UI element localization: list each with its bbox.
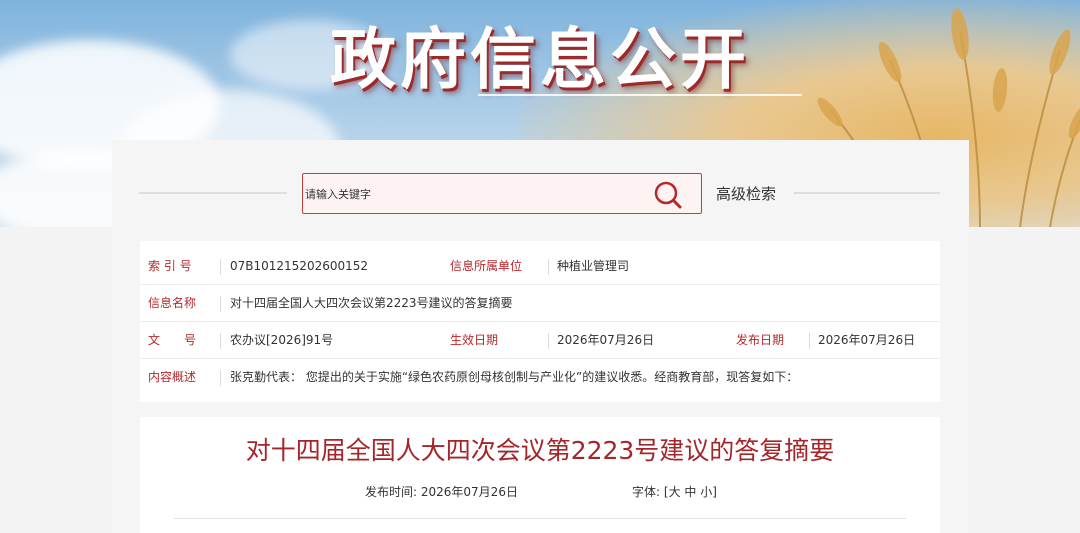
info-table: 索 引 号 07B101215202600152 信息所属单位 种植业管理司 信… [140, 241, 940, 402]
divider [220, 370, 221, 386]
divider [548, 333, 549, 349]
publish-time-label: 发布时间: [365, 485, 418, 499]
divider [220, 296, 221, 312]
advanced-search-link[interactable]: 高级检索 [716, 183, 776, 204]
unit-value: 种植业管理司 [557, 259, 630, 273]
effective-date-value: 2026年07月26日 [557, 333, 655, 347]
name-label: 信息名称 [148, 296, 197, 310]
info-row-doc: 文 号 农办议[2026]91号 生效日期 2026年07月26日 发布日期 2… [140, 322, 940, 359]
effective-date-label: 生效日期 [450, 333, 499, 347]
info-row-name: 信息名称 对十四届全国人大四次会议第2223号建议的答复摘要 [140, 285, 940, 322]
index-label: 索 引 号 [148, 259, 192, 273]
name-value: 对十四届全国人大四次会议第2223号建议的答复摘要 [230, 296, 513, 310]
font-size-medium[interactable]: 中 [684, 485, 696, 499]
search-box [302, 173, 702, 214]
publish-time: 发布时间: 2026年07月26日 [365, 483, 518, 500]
unit-label: 信息所属单位 [450, 259, 523, 273]
publish-date-value: 2026年07月26日 [818, 333, 916, 347]
search-divider-left [139, 192, 287, 194]
publish-date-label: 发布日期 [736, 333, 785, 347]
font-size-large[interactable]: 大 [669, 485, 681, 499]
article-divider [174, 518, 906, 519]
doc-no-value: 农办议[2026]91号 [230, 333, 334, 347]
divider [809, 333, 810, 349]
font-size-small[interactable]: 小 [700, 485, 712, 499]
font-size-label: 字体: [632, 485, 661, 499]
divider [548, 259, 549, 275]
article-title: 对十四届全国人大四次会议第2223号建议的答复摘要 [245, 436, 835, 465]
publish-time-value: 2026年07月26日 [420, 485, 518, 499]
summary-value: 张克勤代表： 您提出的关于实施“绿色农药原创母核创制与产业化”的建议收悉。经商教… [230, 370, 799, 384]
font-size-control: 字体: [大 中 小] [632, 483, 717, 500]
article: 对十四届全国人大四次会议第2223号建议的答复摘要 发布时间: 2026年07月… [140, 417, 940, 533]
search-input[interactable] [305, 183, 645, 205]
search-divider-right [794, 192, 940, 194]
doc-no-label: 文 号 [148, 333, 197, 347]
banner-title-underline [478, 94, 802, 96]
info-row-index: 索 引 号 07B101215202600152 信息所属单位 种植业管理司 [140, 248, 940, 285]
font-bracket-close: ] [712, 485, 717, 499]
info-row-summary: 内容概述 张克勤代表： 您提出的关于实施“绿色农药原创母核创制与产业化”的建议收… [140, 359, 940, 396]
divider [220, 259, 221, 275]
summary-label: 内容概述 [148, 370, 197, 384]
index-value: 07B101215202600152 [230, 259, 369, 273]
banner-title: 政府信息公开 [330, 21, 750, 98]
search-icon[interactable] [653, 180, 683, 210]
divider [220, 333, 221, 349]
